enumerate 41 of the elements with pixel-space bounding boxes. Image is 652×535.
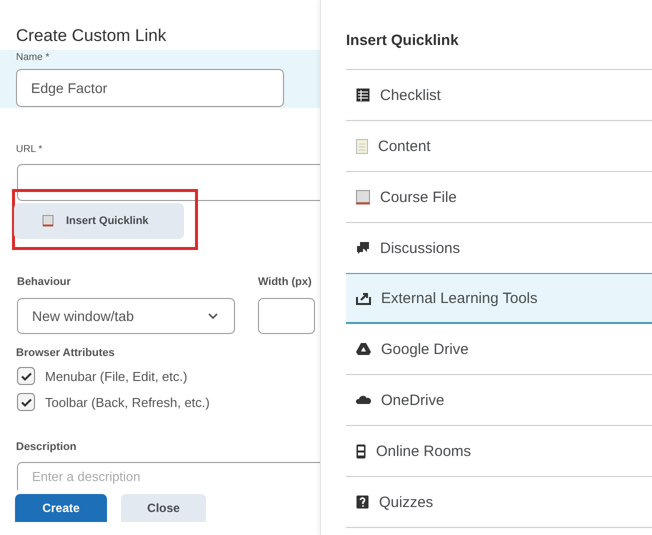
quicklink-item[interactable]: Quizzes xyxy=(346,477,652,528)
description-field[interactable]: Enter a description xyxy=(17,462,320,490)
chevron-down-icon xyxy=(208,313,218,319)
quicklink-item[interactable]: Google Drive xyxy=(346,324,652,375)
document-icon xyxy=(356,138,368,154)
checkbox-label: Toolbar (Back, Refresh, etc.) xyxy=(45,394,210,410)
form-title: Create Custom Link xyxy=(15,26,168,46)
file-icon xyxy=(42,215,54,227)
list-icon xyxy=(356,88,370,102)
url-field[interactable] xyxy=(17,164,320,201)
insert-quicklink-button[interactable]: Insert Quicklink xyxy=(14,203,184,239)
behaviour-dropdown[interactable]: New window/tab xyxy=(17,298,235,334)
checkbox[interactable] xyxy=(17,393,35,411)
field-label: Width (px) xyxy=(258,276,313,288)
checkbox[interactable] xyxy=(17,367,35,385)
file-icon xyxy=(356,190,370,204)
quicklink-item[interactable]: Course File xyxy=(346,172,652,223)
phone-icon xyxy=(356,444,366,458)
checkbox-label: Menubar (File, Edit, etc.) xyxy=(45,368,188,384)
field-label: Name * xyxy=(16,52,50,63)
triangle-icon xyxy=(356,342,371,356)
quicklink-item[interactable]: Online Rooms xyxy=(346,426,652,477)
quicklink-item[interactable]: Checklist xyxy=(346,70,652,121)
field-label: Description xyxy=(15,441,78,453)
section-label: Browser Attributes xyxy=(15,347,116,359)
quicklink-item[interactable]: Content xyxy=(346,121,652,172)
close-button[interactable]: Close xyxy=(121,494,206,522)
checkmark-icon xyxy=(20,372,32,380)
name-field[interactable]: Edge Factor xyxy=(16,69,284,107)
checkmark-icon xyxy=(20,398,32,406)
quicklink-item[interactable]: External Learning Tools xyxy=(346,273,652,324)
question-mark-icon xyxy=(356,495,369,509)
chat-bubbles-icon xyxy=(356,241,370,255)
upload-tray-icon xyxy=(356,291,371,305)
panel-title: Insert Quicklink xyxy=(346,32,460,49)
field-label: URL * xyxy=(15,144,44,155)
width-field[interactable] xyxy=(258,298,315,334)
create-button[interactable]: Create xyxy=(15,494,107,522)
field-label: Behaviour xyxy=(17,276,72,288)
cloud-icon xyxy=(356,395,371,405)
quicklink-item[interactable]: OneDrive xyxy=(346,375,652,426)
